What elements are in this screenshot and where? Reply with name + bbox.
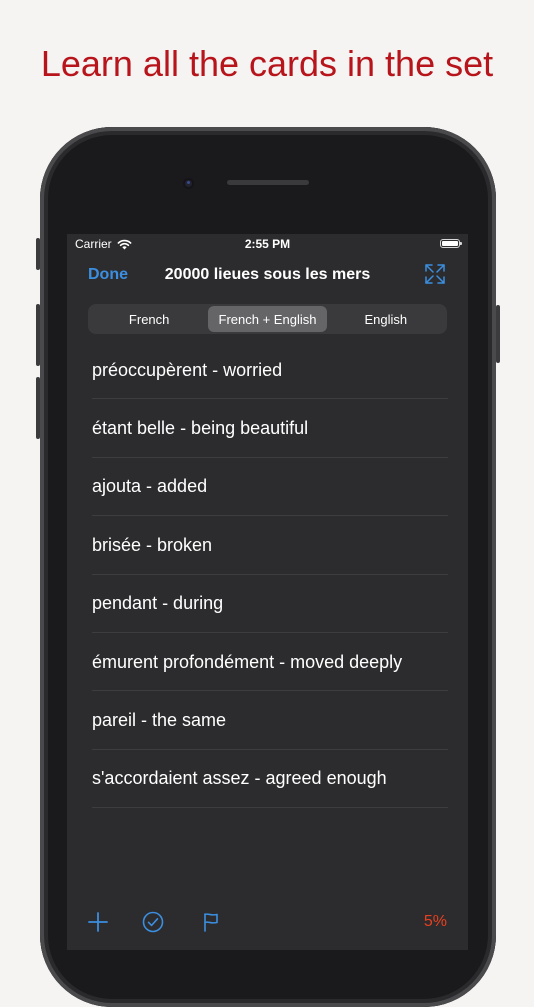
segment-french[interactable]: French xyxy=(90,306,208,332)
battery-icon xyxy=(440,239,462,248)
card-row[interactable]: ajouta - added xyxy=(67,458,468,517)
card-row[interactable]: brisée - broken xyxy=(67,516,468,575)
progress-percentage: 5% xyxy=(423,913,447,930)
headline: Learn all the cards in the set xyxy=(40,43,494,84)
app-screen: Carrier 2:55 PM Done 20000 lieues sous l… xyxy=(67,234,468,950)
volume-down-button xyxy=(36,377,40,439)
silent-switch xyxy=(36,238,40,270)
status-bar: Carrier 2:55 PM xyxy=(67,234,468,254)
segment-french-english[interactable]: French + English xyxy=(208,306,327,332)
expand-icon[interactable] xyxy=(423,262,447,286)
card-row[interactable]: s'accordaient assez - agreed enough xyxy=(67,750,468,809)
plus-icon[interactable] xyxy=(86,910,110,934)
done-button[interactable]: Done xyxy=(88,266,128,284)
language-segmented-control: French French + English English xyxy=(88,304,447,334)
segment-english[interactable]: English xyxy=(327,306,445,332)
card-row[interactable]: préoccupèrent - worried xyxy=(67,341,468,400)
earpiece-speaker xyxy=(227,180,309,185)
card-row[interactable]: pareil - the same xyxy=(67,691,468,751)
status-time: 2:55 PM xyxy=(244,237,291,251)
flag-icon[interactable] xyxy=(199,910,223,934)
volume-up-button xyxy=(36,304,40,366)
card-row[interactable]: étant belle - being beautiful xyxy=(67,399,468,459)
card-list: préoccupèrent - worried étant belle - be… xyxy=(67,341,468,809)
checkmark-circle-icon[interactable] xyxy=(141,910,165,934)
nav-title: 20000 lieues sous les mers xyxy=(164,266,371,283)
front-camera xyxy=(183,178,194,189)
card-row[interactable]: pendant - during xyxy=(67,575,468,634)
navigation-bar: Done 20000 lieues sous les mers xyxy=(67,260,468,292)
bottom-toolbar: 5% xyxy=(67,904,468,940)
power-button xyxy=(496,305,500,363)
card-row[interactable]: émurent profondément - moved deeply xyxy=(67,633,468,692)
